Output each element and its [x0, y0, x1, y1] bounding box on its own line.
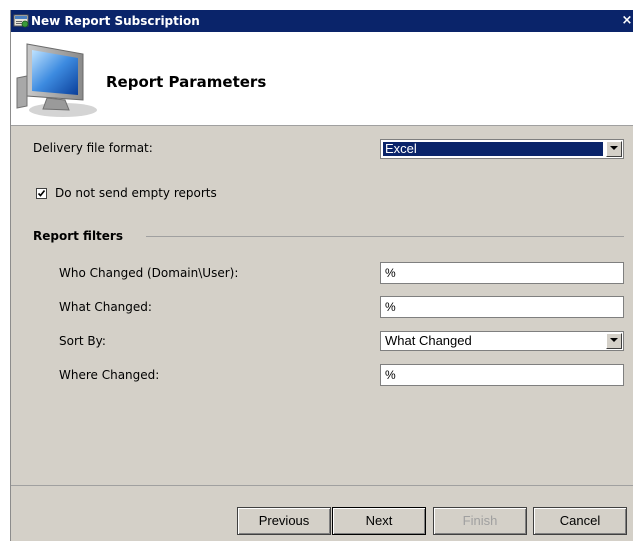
new-report-subscription-dialog: New Report Subscription × Report Paramet… [10, 10, 633, 541]
sort-by-value: What Changed [385, 333, 472, 348]
send-empty-checkbox[interactable] [36, 188, 47, 199]
close-icon[interactable]: × [620, 10, 633, 32]
delivery-format-value: Excel [383, 142, 603, 156]
who-changed-label: Who Changed (Domain\User): [59, 266, 239, 280]
section-divider [146, 236, 624, 237]
who-changed-field[interactable]: % [380, 262, 624, 284]
what-changed-field[interactable]: % [380, 296, 624, 318]
sort-by-select[interactable]: What Changed [380, 331, 624, 351]
chevron-down-icon[interactable] [606, 333, 622, 349]
report-subscription-icon [13, 14, 29, 28]
previous-button[interactable]: Previous [237, 507, 331, 535]
cancel-button[interactable]: Cancel [533, 507, 627, 535]
delivery-format-select[interactable]: Excel [380, 139, 624, 159]
what-changed-label: What Changed: [59, 300, 152, 314]
title-bar[interactable]: New Report Subscription × [11, 10, 633, 32]
where-changed-field[interactable]: % [380, 364, 624, 386]
finish-button[interactable]: Finish [433, 507, 527, 535]
check-icon [37, 190, 46, 197]
send-empty-label: Do not send empty reports [55, 186, 217, 200]
filters-section-title: Report filters [33, 229, 123, 243]
chevron-down-icon[interactable] [606, 141, 622, 157]
computer-monitor-icon [16, 43, 97, 117]
next-button[interactable]: Next [332, 507, 426, 535]
wizard-header: Report Parameters [11, 32, 633, 126]
sort-by-label: Sort By: [59, 334, 106, 348]
page-title: Report Parameters [106, 73, 267, 91]
where-changed-label: Where Changed: [59, 368, 160, 382]
delivery-format-label: Delivery file format: [33, 141, 153, 155]
window-title: New Report Subscription [31, 14, 200, 28]
footer-divider [11, 485, 633, 486]
